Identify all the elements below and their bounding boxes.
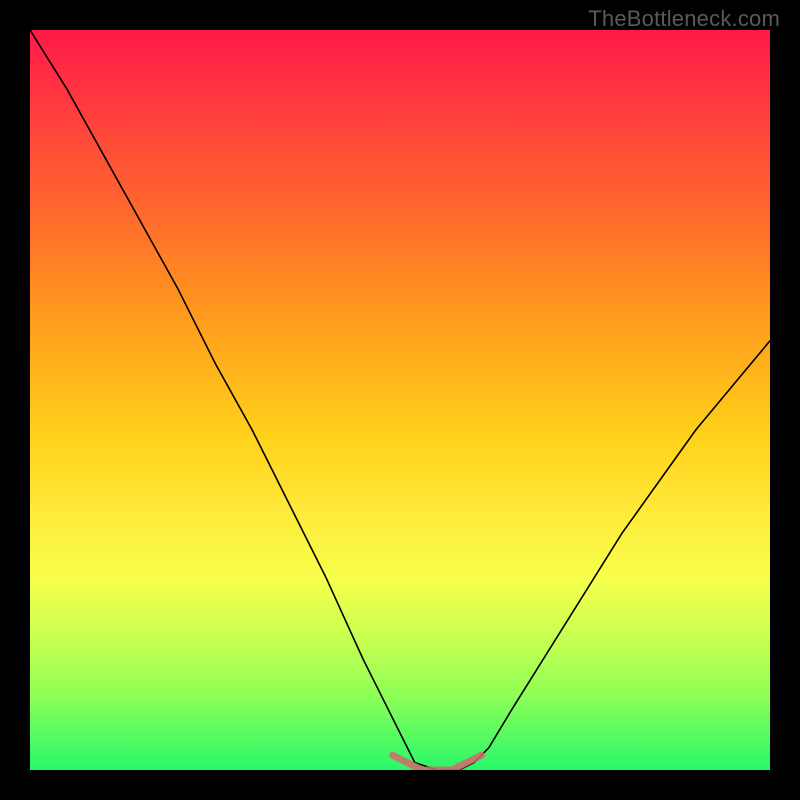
plot-area: [30, 30, 770, 770]
curve-left-branch: [30, 30, 459, 770]
curve-right-branch: [459, 341, 770, 770]
chart-frame: TheBottleneck.com: [0, 0, 800, 800]
curve-svg: [30, 30, 770, 770]
watermark-text: TheBottleneck.com: [588, 6, 780, 32]
trough-highlight: [393, 755, 482, 770]
